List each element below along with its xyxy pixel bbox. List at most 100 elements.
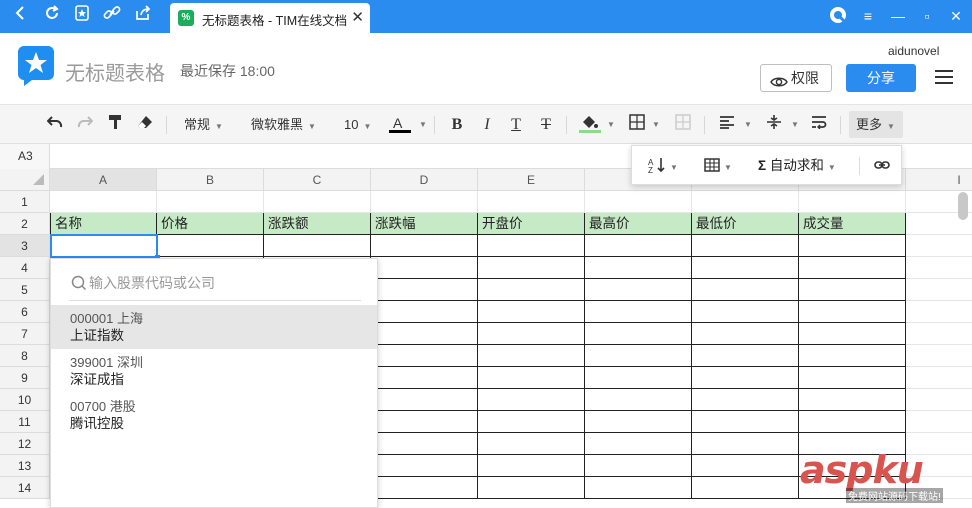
row-header-11[interactable]: 11 [0,411,50,433]
cell-h1[interactable] [799,191,906,213]
cell-i4[interactable] [906,257,972,279]
row-header-10[interactable]: 10 [0,389,50,411]
cell-a2[interactable]: 名称 [50,213,157,235]
cell-c2[interactable]: 涨跌额 [264,213,371,235]
cell-g9[interactable] [692,367,799,389]
cell-d8[interactable] [371,345,478,367]
link-icon[interactable] [100,5,124,27]
cell-i3[interactable] [906,235,972,257]
format-painter-icon[interactable] [104,114,126,136]
italic-icon[interactable]: I [476,114,498,136]
cell-f11[interactable] [585,411,692,433]
cell-g8[interactable] [692,345,799,367]
cell-h7[interactable] [799,323,906,345]
cell-f12[interactable] [585,433,692,455]
cell-h11[interactable] [799,411,906,433]
cell-e6[interactable] [478,301,585,323]
cell-f13[interactable] [585,455,692,477]
cell-e14[interactable] [478,477,585,499]
vertical-align-icon[interactable] [763,114,785,136]
column-header-b[interactable]: B [157,169,264,191]
row-header-5[interactable]: 5 [0,279,50,301]
cell-f14[interactable] [585,477,692,499]
doc-title[interactable]: 无标题表格 [65,57,165,86]
cell-d14[interactable] [371,477,478,499]
cell-a3[interactable] [50,235,157,257]
cell-d4[interactable] [371,257,478,279]
cell-b3[interactable] [157,235,264,257]
cell-g10[interactable] [692,389,799,411]
cell-e9[interactable] [478,367,585,389]
cell-g12[interactable] [692,433,799,455]
share-button[interactable]: 分享 [846,64,916,92]
cell-g14[interactable] [692,477,799,499]
vertical-scrollbar[interactable] [958,192,968,220]
hyperlink-icon[interactable] [874,156,890,176]
cell-a1[interactable] [50,191,157,213]
minimize-icon[interactable]: — [886,5,910,27]
share-out-icon[interactable] [131,5,155,27]
cell-e5[interactable] [478,279,585,301]
stock-option-hk[interactable]: 00700 港股 腾讯控股 [51,393,377,437]
bold-icon[interactable]: B [446,114,468,136]
autosum-button[interactable]: Σ 自动求和 ▼ [758,156,836,176]
cell-d11[interactable] [371,411,478,433]
cell-g6[interactable] [692,301,799,323]
cell-e4[interactable] [478,257,585,279]
username[interactable]: aidunovel [888,44,939,58]
cell-b2[interactable]: 价格 [157,213,264,235]
filter-table-button[interactable]: ▼ [704,156,732,176]
row-header-7[interactable]: 7 [0,323,50,345]
column-header-c[interactable]: C [264,169,371,191]
close-window-icon[interactable]: ✕ [944,5,968,27]
cell-e13[interactable] [478,455,585,477]
cell-h4[interactable] [799,257,906,279]
font-size-select[interactable]: 10 ▼ [344,114,371,136]
permission-button[interactable]: 权限 [760,64,832,92]
column-header-i[interactable]: I [906,169,972,191]
bookmark-icon[interactable] [70,5,94,27]
cell-e2[interactable]: 开盘价 [478,213,585,235]
cell-i11[interactable] [906,411,972,433]
cell-f6[interactable] [585,301,692,323]
cell-e10[interactable] [478,389,585,411]
row-header-13[interactable]: 13 [0,455,50,477]
sort-button[interactable]: A Z ▼ [648,156,678,176]
cell-g2[interactable]: 最低价 [692,213,799,235]
cell-g5[interactable] [692,279,799,301]
hamburger-menu-icon[interactable] [935,70,953,86]
close-tab-icon[interactable]: ✕ [351,8,364,26]
strikethrough-icon[interactable]: T [535,114,557,136]
back-icon[interactable] [8,5,32,27]
row-header-1[interactable]: 1 [0,191,50,213]
underline-icon[interactable]: T [505,114,527,136]
stock-option-sz[interactable]: 399001 深圳 深证成指 [51,349,377,393]
cell-e1[interactable] [478,191,585,213]
cell-d9[interactable] [371,367,478,389]
cell-h9[interactable] [799,367,906,389]
cell-e12[interactable] [478,433,585,455]
font-family-select[interactable]: 微软雅黑 ▼ [251,114,316,136]
cell-f3[interactable] [585,235,692,257]
cell-d10[interactable] [371,389,478,411]
fill-color-icon[interactable] [579,114,601,136]
cell-e7[interactable] [478,323,585,345]
menu-icon[interactable]: ≡ [856,5,880,27]
cell-e8[interactable] [478,345,585,367]
cell-d3[interactable] [371,235,478,257]
cell-g7[interactable] [692,323,799,345]
cell-g4[interactable] [692,257,799,279]
font-color-icon[interactable]: A [389,114,411,136]
cell-d2[interactable]: 涨跌幅 [371,213,478,235]
cell-i9[interactable] [906,367,972,389]
cell-reference[interactable]: A3 [0,144,50,169]
font-color-dropdown-icon[interactable]: ▼ [412,114,434,136]
cell-i6[interactable] [906,301,972,323]
cell-h5[interactable] [799,279,906,301]
cell-h8[interactable] [799,345,906,367]
cell-i8[interactable] [906,345,972,367]
row-header-14[interactable]: 14 [0,477,50,499]
cell-g3[interactable] [692,235,799,257]
cell-f8[interactable] [585,345,692,367]
cell-e11[interactable] [478,411,585,433]
